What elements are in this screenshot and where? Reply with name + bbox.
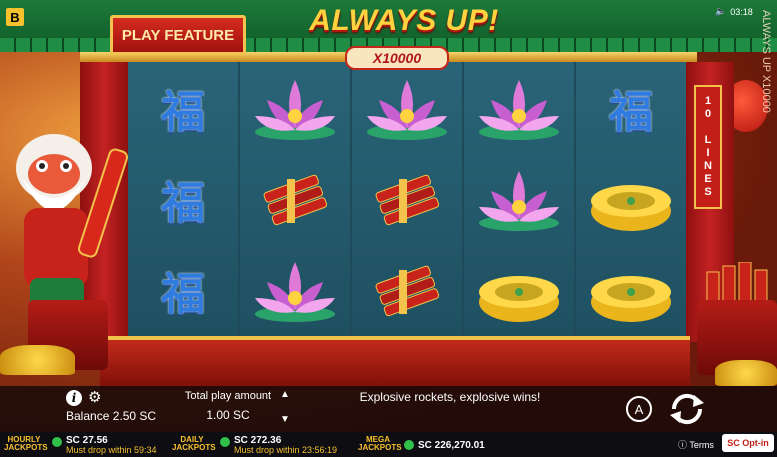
sc-opt-in-button[interactable]: SC Opt-in	[722, 434, 774, 452]
fu-symbol: 福	[576, 62, 686, 153]
reel-3	[352, 62, 462, 336]
multiplier-badge: X10000	[345, 46, 449, 70]
firecracker-symbol	[352, 245, 462, 336]
lotus-icon	[479, 170, 559, 231]
total-play-value: 1.00 SC	[206, 408, 250, 422]
spin-button[interactable]	[666, 389, 708, 429]
brand-logo: B	[6, 8, 24, 26]
side-title: ALWAYS UP X10000	[760, 10, 772, 113]
gold-coins-left	[0, 345, 75, 375]
fu-symbol: 福	[128, 153, 238, 244]
reel-2	[240, 62, 350, 336]
stake-decrease-button[interactable]: ▼	[280, 414, 290, 425]
firecracker-icon	[263, 174, 328, 226]
fu-character: 福	[161, 269, 205, 321]
reel-grid: 福福福福	[128, 62, 686, 336]
game-message: Explosive rockets, explosive wins!	[359, 390, 541, 404]
gold-ingot-icon	[591, 184, 671, 231]
fu-character: 福	[161, 86, 205, 138]
autoplay-button[interactable]: A	[626, 396, 652, 422]
coin-icon	[220, 437, 230, 447]
dragon-mascot	[16, 134, 128, 308]
lotus-symbol	[352, 62, 462, 153]
firecracker-symbol	[240, 153, 350, 244]
speaker-icon[interactable]: 🔈	[715, 6, 726, 17]
gold-ingot-symbol	[576, 245, 686, 336]
reel-4	[464, 62, 574, 336]
lotus-icon	[255, 79, 335, 140]
lotus-icon	[367, 79, 447, 140]
lotus-icon	[255, 262, 335, 323]
game-title: ALWAYS UP!	[309, 4, 499, 37]
gold-ingot-symbol	[464, 245, 574, 336]
lotus-symbol	[240, 62, 350, 153]
firecracker-symbol	[352, 153, 462, 244]
jackpot-drop-text: Must drop within 23:56:19	[234, 445, 338, 455]
jackpot-name: DAILY JACKPOTS	[172, 435, 216, 452]
reel-1: 福福福	[128, 62, 238, 336]
reel-base	[100, 336, 690, 390]
coin-icon	[404, 440, 414, 450]
reel-5: 福	[576, 62, 686, 336]
jackpot-name: HOURLY JACKPOTS	[4, 435, 48, 452]
jackpot-drop-text: Must drop within 59:34	[66, 445, 157, 455]
balance-display: Balance 2.50 SC	[66, 409, 157, 423]
jackpot-name: MEGA JACKPOTS	[358, 435, 402, 452]
jackpot-amount: SC 226,270.01	[418, 440, 485, 451]
status-area: 🔈 03:18	[715, 6, 753, 17]
gold-ingot-icon	[479, 276, 559, 323]
gear-icon[interactable]: ⚙	[88, 390, 101, 406]
fu-character: 福	[161, 177, 205, 229]
lotus-symbol	[240, 245, 350, 336]
lines-banner: 10 LINES	[694, 85, 722, 209]
total-play-label: Total play amount	[184, 390, 272, 402]
info-icon[interactable]: i	[66, 390, 82, 406]
terms-link[interactable]: ⓘ Terms	[678, 438, 714, 451]
clock: 03:18	[730, 6, 753, 17]
fu-symbol: 福	[128, 62, 238, 153]
coin-icon	[52, 437, 62, 447]
play-feature-button[interactable]: PLAY FEATURE	[110, 15, 246, 55]
fu-character: 福	[609, 86, 653, 138]
gold-ingot-icon	[591, 276, 671, 323]
lotus-symbol	[464, 62, 574, 153]
firecracker-icon	[375, 174, 440, 226]
stake-increase-button[interactable]: ▲	[280, 389, 290, 400]
jackpot-hourly: HOURLY JACKPOTS	[4, 435, 48, 452]
lotus-icon	[479, 79, 559, 140]
lotus-symbol	[464, 153, 574, 244]
gold-coins-right	[715, 360, 777, 386]
jackpot-mega: MEGA JACKPOTS	[358, 435, 402, 452]
jackpot-daily: DAILY JACKPOTS	[172, 435, 216, 452]
fu-symbol: 福	[128, 245, 238, 336]
gold-ingot-symbol	[576, 153, 686, 244]
firecracker-icon	[375, 266, 440, 317]
